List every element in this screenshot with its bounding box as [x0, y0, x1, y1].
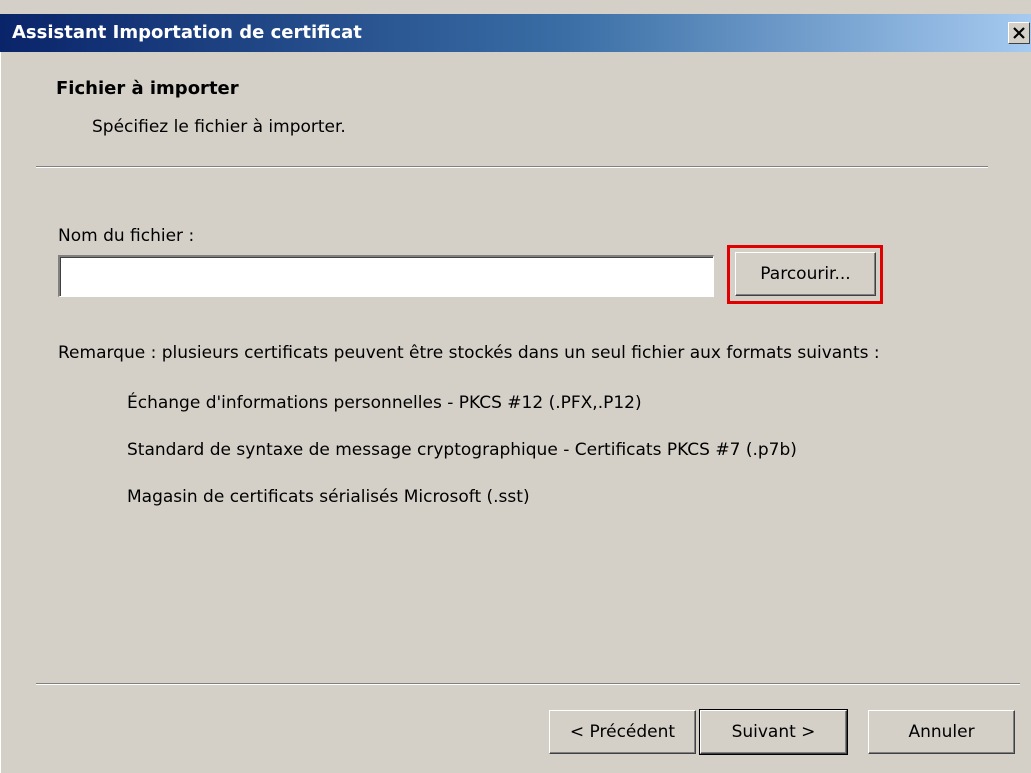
- close-icon: [1013, 27, 1025, 39]
- format-item-sst: Magasin de certificats sérialisés Micros…: [127, 487, 530, 507]
- remark-text: Remarque : plusieurs certificats peuvent…: [58, 343, 880, 363]
- page-subtitle: Spécifiez le fichier à importer.: [92, 117, 346, 137]
- format-item-pfx: Échange d'informations personnelles - PK…: [127, 393, 642, 413]
- format-item-p7b: Standard de syntaxe de message cryptogra…: [127, 440, 797, 460]
- certificate-import-wizard: Assistant Importation de certificat Fich…: [0, 0, 1031, 773]
- title-bar[interactable]: Assistant Importation de certificat: [0, 14, 1031, 52]
- back-button[interactable]: < Précédent: [549, 710, 696, 754]
- cancel-button[interactable]: Annuler: [868, 710, 1015, 754]
- window-left-border: [0, 52, 5, 773]
- window-title: Assistant Importation de certificat: [12, 22, 362, 43]
- header-divider: [36, 166, 988, 168]
- page-title: Fichier à importer: [56, 78, 239, 99]
- footer-divider: [36, 683, 1020, 685]
- next-button[interactable]: Suivant >: [699, 709, 848, 755]
- file-name-label: Nom du fichier :: [58, 226, 195, 246]
- browse-highlight-box: [727, 245, 883, 304]
- close-button[interactable]: [1008, 22, 1030, 44]
- file-name-input[interactable]: [58, 255, 714, 297]
